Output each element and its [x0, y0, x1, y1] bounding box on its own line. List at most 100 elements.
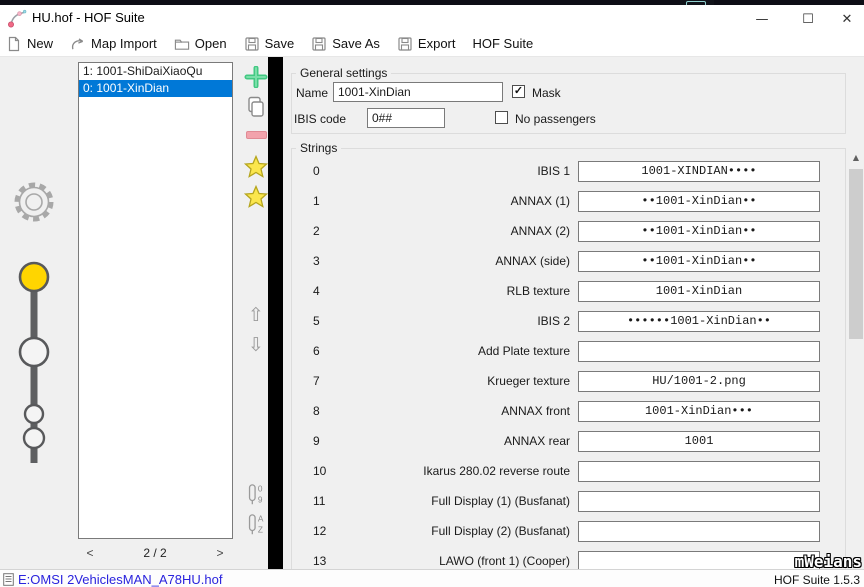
file-list-icon: [3, 573, 15, 586]
scroll-up-icon[interactable]: ▲: [848, 150, 864, 166]
move-down-icon[interactable]: ⇩: [243, 336, 269, 355]
sort-numeric-icon[interactable]: 0 9: [245, 483, 267, 507]
string-label: Add Plate texture: [338, 344, 570, 358]
string-value-input[interactable]: ••1001-XinDian••: [578, 221, 820, 242]
strings-title: Strings: [296, 141, 341, 155]
string-label: ANNAX (2): [338, 224, 570, 238]
toolbar-button-map-import[interactable]: Map Import: [70, 36, 157, 52]
ibis-code-label: IBIS code: [294, 112, 346, 126]
string-index: 4: [313, 284, 320, 298]
string-value-input[interactable]: HU/1001-2.png: [578, 371, 820, 392]
string-label: ANNAX front: [338, 404, 570, 418]
maximize-button[interactable]: ☐: [791, 10, 825, 31]
general-settings-title: General settings: [296, 66, 391, 80]
string-label: Ikarus 280.02 reverse route: [338, 464, 570, 478]
list-pager: < 2 / 2 >: [75, 546, 235, 560]
string-index: 11: [313, 494, 325, 508]
close-button[interactable]: ✕: [830, 10, 864, 31]
add-entry-icon[interactable]: [243, 66, 269, 88]
gear-icon[interactable]: [12, 180, 56, 224]
no-passengers-checkbox[interactable]: [495, 111, 508, 124]
app-icon: [8, 9, 27, 28]
titlebar: HU.hof - HOF Suite — ☐ ✕: [0, 5, 864, 31]
metro-stop-small-2: [24, 428, 44, 448]
export-icon: [397, 36, 413, 52]
favorite-star-icon-2[interactable]: [243, 185, 269, 208]
string-value-input[interactable]: [578, 491, 820, 512]
string-row: 4 RLB texture 1001-XinDian: [283, 281, 845, 311]
string-row: 2 ANNAX (2) ••1001-XinDian••: [283, 221, 845, 251]
pager-next-button[interactable]: >: [205, 546, 235, 560]
string-label: IBIS 1: [338, 164, 570, 178]
pager-prev-button[interactable]: <: [75, 546, 105, 560]
string-value-input[interactable]: ••1001-XinDian••: [578, 191, 820, 212]
version-text: HOF Suite 1.5.3: [774, 573, 860, 587]
string-label: Krueger texture: [338, 374, 570, 388]
string-label: Full Display (2) (Busfanat): [338, 524, 570, 538]
list-item[interactable]: 0: 1001-XinDian: [79, 80, 232, 97]
toolbar-button-save[interactable]: Save: [244, 36, 295, 52]
string-row: 5 IBIS 2 ••••••1001-XinDian••: [283, 311, 845, 341]
string-index: 3: [313, 254, 320, 268]
string-label: LAWO (front 1) (Cooper): [338, 554, 570, 568]
string-row: 8 ANNAX front 1001-XinDian•••: [283, 401, 845, 431]
move-up-icon[interactable]: ⇧: [243, 306, 269, 325]
string-index: 7: [313, 374, 320, 388]
string-value-input[interactable]: ••1001-XinDian••: [578, 251, 820, 272]
duplicate-entry-icon[interactable]: [243, 96, 269, 118]
string-row: 7 Krueger texture HU/1001-2.png: [283, 371, 845, 401]
toolbar-button-save-as[interactable]: Save As: [311, 36, 380, 52]
save-icon: [244, 36, 260, 52]
ibis-code-input[interactable]: 0##: [367, 108, 445, 128]
string-index: 6: [313, 344, 320, 358]
string-label: RLB texture: [338, 284, 570, 298]
new-file-icon: [6, 36, 22, 52]
mask-checkbox[interactable]: ✓: [512, 85, 525, 98]
remove-entry-icon[interactable]: [246, 131, 267, 139]
name-label: Name: [296, 86, 328, 100]
string-value-input[interactable]: 1001-XINDIAN••••: [578, 161, 820, 182]
scrollbar-thumb[interactable]: [849, 169, 863, 339]
toolbar-button-open[interactable]: Open: [174, 36, 227, 52]
string-row: 12 Full Display (2) (Busfanat): [283, 521, 845, 551]
no-passengers-label: No passengers: [515, 112, 596, 126]
toolbar-button-export[interactable]: Export: [397, 36, 456, 52]
string-value-input[interactable]: [578, 521, 820, 542]
string-value-input[interactable]: 1001-XinDian•••: [578, 401, 820, 422]
string-label: ANNAX (1): [338, 194, 570, 208]
string-row: 0 IBIS 1 1001-XINDIAN••••: [283, 161, 845, 191]
string-row: 6 Add Plate texture: [283, 341, 845, 371]
list-item[interactable]: 1: 1001-ShiDaiXiaoQu: [79, 63, 232, 80]
panel-splitter[interactable]: [268, 57, 283, 569]
string-index: 1: [313, 194, 320, 208]
window-title: HU.hof - HOF Suite: [32, 10, 145, 25]
map-import-icon: [70, 36, 86, 52]
toolbar-button-hof-suite[interactable]: HOF Suite: [473, 36, 534, 51]
minimize-button[interactable]: —: [745, 10, 779, 31]
string-value-input[interactable]: [578, 341, 820, 362]
string-value-input[interactable]: ••••••1001-XinDian••: [578, 311, 820, 332]
string-value-input[interactable]: 1001: [578, 431, 820, 452]
hof-file-path-link[interactable]: E:OMSI 2VehiclesMAN_A78HU.hof: [18, 572, 222, 587]
string-row: 9 ANNAX rear 1001: [283, 431, 845, 461]
sort-alpha-icon[interactable]: A Z: [245, 513, 267, 537]
save-as-icon: [311, 36, 327, 52]
hof-entry-list[interactable]: 1: 1001-ShiDaiXiaoQu0: 1001-XinDian: [78, 62, 233, 539]
string-row: 1 ANNAX (1) ••1001-XinDian••: [283, 191, 845, 221]
favorite-star-icon-1[interactable]: [243, 155, 269, 178]
name-input[interactable]: 1001-XinDian: [333, 82, 503, 102]
open-folder-icon: [174, 36, 190, 52]
string-label: Full Display (1) (Busfanat): [338, 494, 570, 508]
svg-text:Z: Z: [258, 524, 263, 534]
string-index: 10: [313, 464, 326, 478]
toolbar: New Map Import Open Save Save As Export …: [0, 31, 864, 57]
string-value-input[interactable]: [578, 551, 820, 570]
string-value-input[interactable]: 1001-XinDian: [578, 281, 820, 302]
string-row: 11 Full Display (1) (Busfanat): [283, 491, 845, 521]
string-label: ANNAX rear: [338, 434, 570, 448]
string-row: 3 ANNAX (side) ••1001-XinDian••: [283, 251, 845, 281]
vertical-scrollbar[interactable]: ▲ ▼: [848, 150, 864, 570]
string-value-input[interactable]: [578, 461, 820, 482]
svg-text:A: A: [258, 513, 264, 523]
toolbar-button-new[interactable]: New: [6, 36, 53, 52]
